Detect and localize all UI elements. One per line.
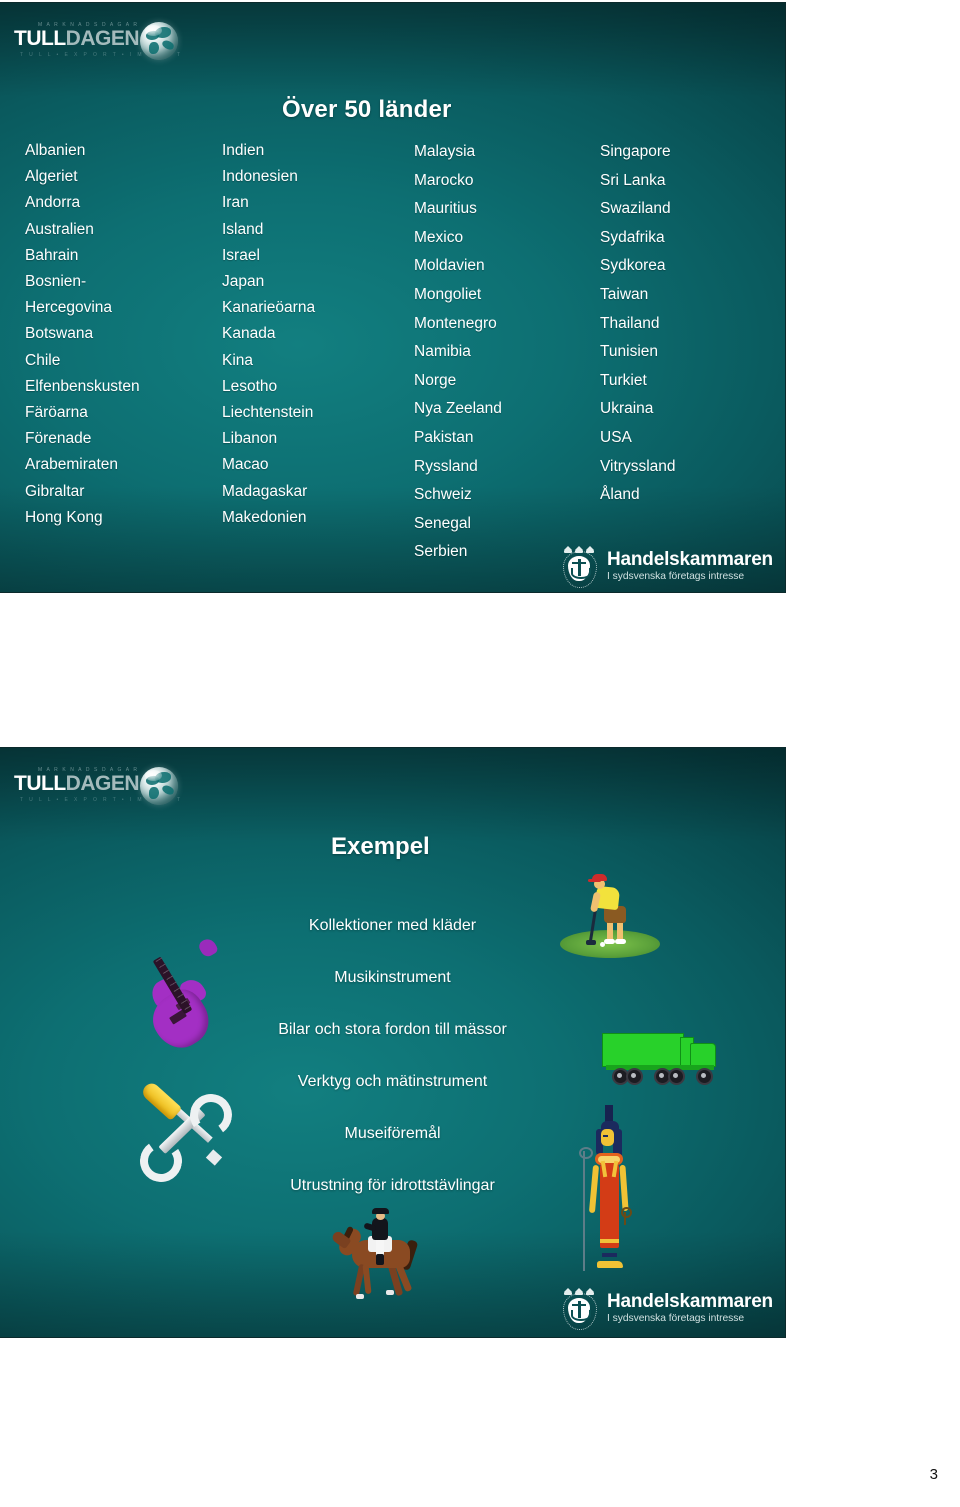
country-item: Mongoliet [414, 285, 482, 303]
country-item: Förenade [25, 430, 92, 448]
country-item: Kina [222, 351, 254, 369]
country-item: Makedonien [222, 508, 307, 526]
country-item: Libanon [222, 430, 278, 448]
country-item: Nya Zeeland [414, 400, 502, 418]
country-item: Andorra [25, 194, 81, 212]
country-item: Färöarna [25, 404, 88, 422]
country-item: Swaziland [600, 200, 671, 218]
globe-icon [140, 22, 178, 60]
country-item: Turkiet [600, 371, 647, 389]
country-item: Serbien [414, 543, 468, 561]
country-item: Israel [222, 246, 260, 264]
country-item: Algeriet [25, 168, 78, 186]
country-item: Japan [222, 273, 265, 291]
country-item: Pakistan [414, 428, 474, 446]
country-item: Schweiz [414, 486, 472, 504]
tulldagen-word: TULLDAGEN [14, 772, 140, 795]
country-item: Iran [222, 194, 249, 212]
country-item: Norge [414, 371, 457, 389]
tulldagen-word-part1: TULL [14, 27, 66, 50]
country-item: Botswana [25, 325, 94, 343]
country-columns: Albanien Algeriet Andorra Australien Bahrain… [0, 138, 785, 560]
country-item: Mexico [414, 228, 464, 246]
country-column-4: Singapore Sri Lanka Swaziland Sydafrika Sydk… [600, 138, 676, 510]
tulldagen-word: TULLDAGEN [14, 27, 140, 50]
country-item: Madagaskar [222, 482, 308, 500]
country-item: Åland [600, 486, 640, 504]
country-column-2: Indien Indonesien Iran Island Israel Japan Kan… [222, 138, 315, 531]
example-item: Utrustning för idrottstävlingar [290, 1177, 495, 1194]
country-column-3: Malaysia Marocko Mauritius Mexico Moldavien M… [414, 138, 502, 567]
country-item: Ryssland [414, 457, 478, 475]
example-item: Museiföremål [344, 1125, 441, 1142]
globe-icon [140, 767, 178, 805]
handelskammaren-tagline: I sydsvenska företags intresse [607, 1312, 745, 1324]
country-item: Kanada [222, 325, 276, 343]
slide-examples: M A R K N A D S D A G A R TULLDAGEN T U … [0, 748, 785, 1337]
country-item: Malaysia [414, 143, 476, 160]
slide-countries: M A R K N A D S D A G A R TULLDAGEN T U … [0, 3, 785, 592]
country-item: Albanien [25, 142, 86, 159]
country-item: Mauritius [414, 200, 477, 218]
page-title: Över 50 länder [282, 96, 452, 123]
country-item: Ukraina [600, 400, 654, 418]
country-item: Indien [222, 142, 265, 159]
country-item: Australien [25, 220, 94, 238]
handelskammaren-logo: Handelskammaren I sydsvenska företags in… [560, 544, 773, 588]
example-item: Kollektioner med kläder [308, 917, 477, 934]
country-item: Chile [25, 351, 61, 369]
country-item: Sydkorea [600, 257, 666, 275]
country-item: Elfenbenskusten [25, 377, 140, 395]
country-item: USA [600, 428, 632, 446]
country-item: Sri Lanka [600, 171, 666, 189]
country-column-1: Albanien Algeriet Andorra Australien Bahrain… [25, 138, 140, 531]
country-item: Lesotho [222, 377, 278, 395]
tulldagen-logo: M A R K N A D S D A G A R TULLDAGEN T U … [14, 762, 189, 810]
country-item: Taiwan [600, 285, 649, 303]
country-item: Senegal [414, 514, 471, 532]
country-item: Arabemiraten [25, 456, 119, 474]
example-item: Bilar och stora fordon till mässor [278, 1021, 507, 1038]
examples-list: Kollektioner med kläder Musikinstrument Bi… [0, 900, 785, 1212]
country-item: Tunisien [600, 343, 659, 361]
crest-shield-anchor-icon [560, 1286, 598, 1330]
country-item: Singapore [600, 143, 671, 160]
country-item: Bosnien- [25, 273, 87, 291]
country-item: Indonesien [222, 168, 298, 186]
country-item: Montenegro [414, 314, 497, 332]
tulldagen-wordmark: M A R K N A D S D A G A R TULLDAGEN T U … [14, 19, 180, 63]
handelskammaren-name: Handelskammaren [607, 548, 773, 570]
tulldagen-wordmark: M A R K N A D S D A G A R TULLDAGEN T U … [14, 764, 180, 808]
tulldagen-word-part2: DAGEN [65, 772, 140, 795]
example-item: Verktyg och mätinstrument [297, 1073, 488, 1090]
country-item: Kanarieöarna [222, 299, 316, 317]
handelskammaren-logo: Handelskammaren I sydsvenska företags in… [560, 1286, 773, 1330]
country-item: Gibraltar [25, 482, 85, 500]
country-item: Hercegovina [25, 299, 113, 317]
crest-shield-anchor-icon [560, 544, 598, 588]
country-item: Moldavien [414, 257, 485, 275]
country-item: Thailand [600, 314, 660, 332]
country-item: Bahrain [25, 246, 79, 264]
country-item: Marocko [414, 171, 474, 189]
country-item: Island [222, 220, 264, 238]
handelskammaren-name: Handelskammaren [607, 1290, 773, 1312]
country-item: Namibia [414, 343, 471, 361]
page-title: Exempel [331, 833, 430, 860]
page-number: 3 [929, 1466, 938, 1483]
country-item: Sydafrika [600, 228, 665, 246]
country-item: Liechtenstein [222, 404, 314, 422]
tulldagen-logo: M A R K N A D S D A G A R TULLDAGEN T U … [14, 17, 189, 65]
country-item: Macao [222, 456, 269, 474]
handelskammaren-tagline: I sydsvenska företags intresse [607, 570, 745, 582]
tulldagen-word-part1: TULL [14, 772, 66, 795]
tulldagen-word-part2: DAGEN [65, 27, 140, 50]
country-item: Hong Kong [25, 508, 103, 526]
dressage-horse-rider-illustration [330, 1206, 440, 1306]
example-item: Musikinstrument [334, 969, 451, 986]
country-item: Vitryssland [600, 457, 676, 475]
